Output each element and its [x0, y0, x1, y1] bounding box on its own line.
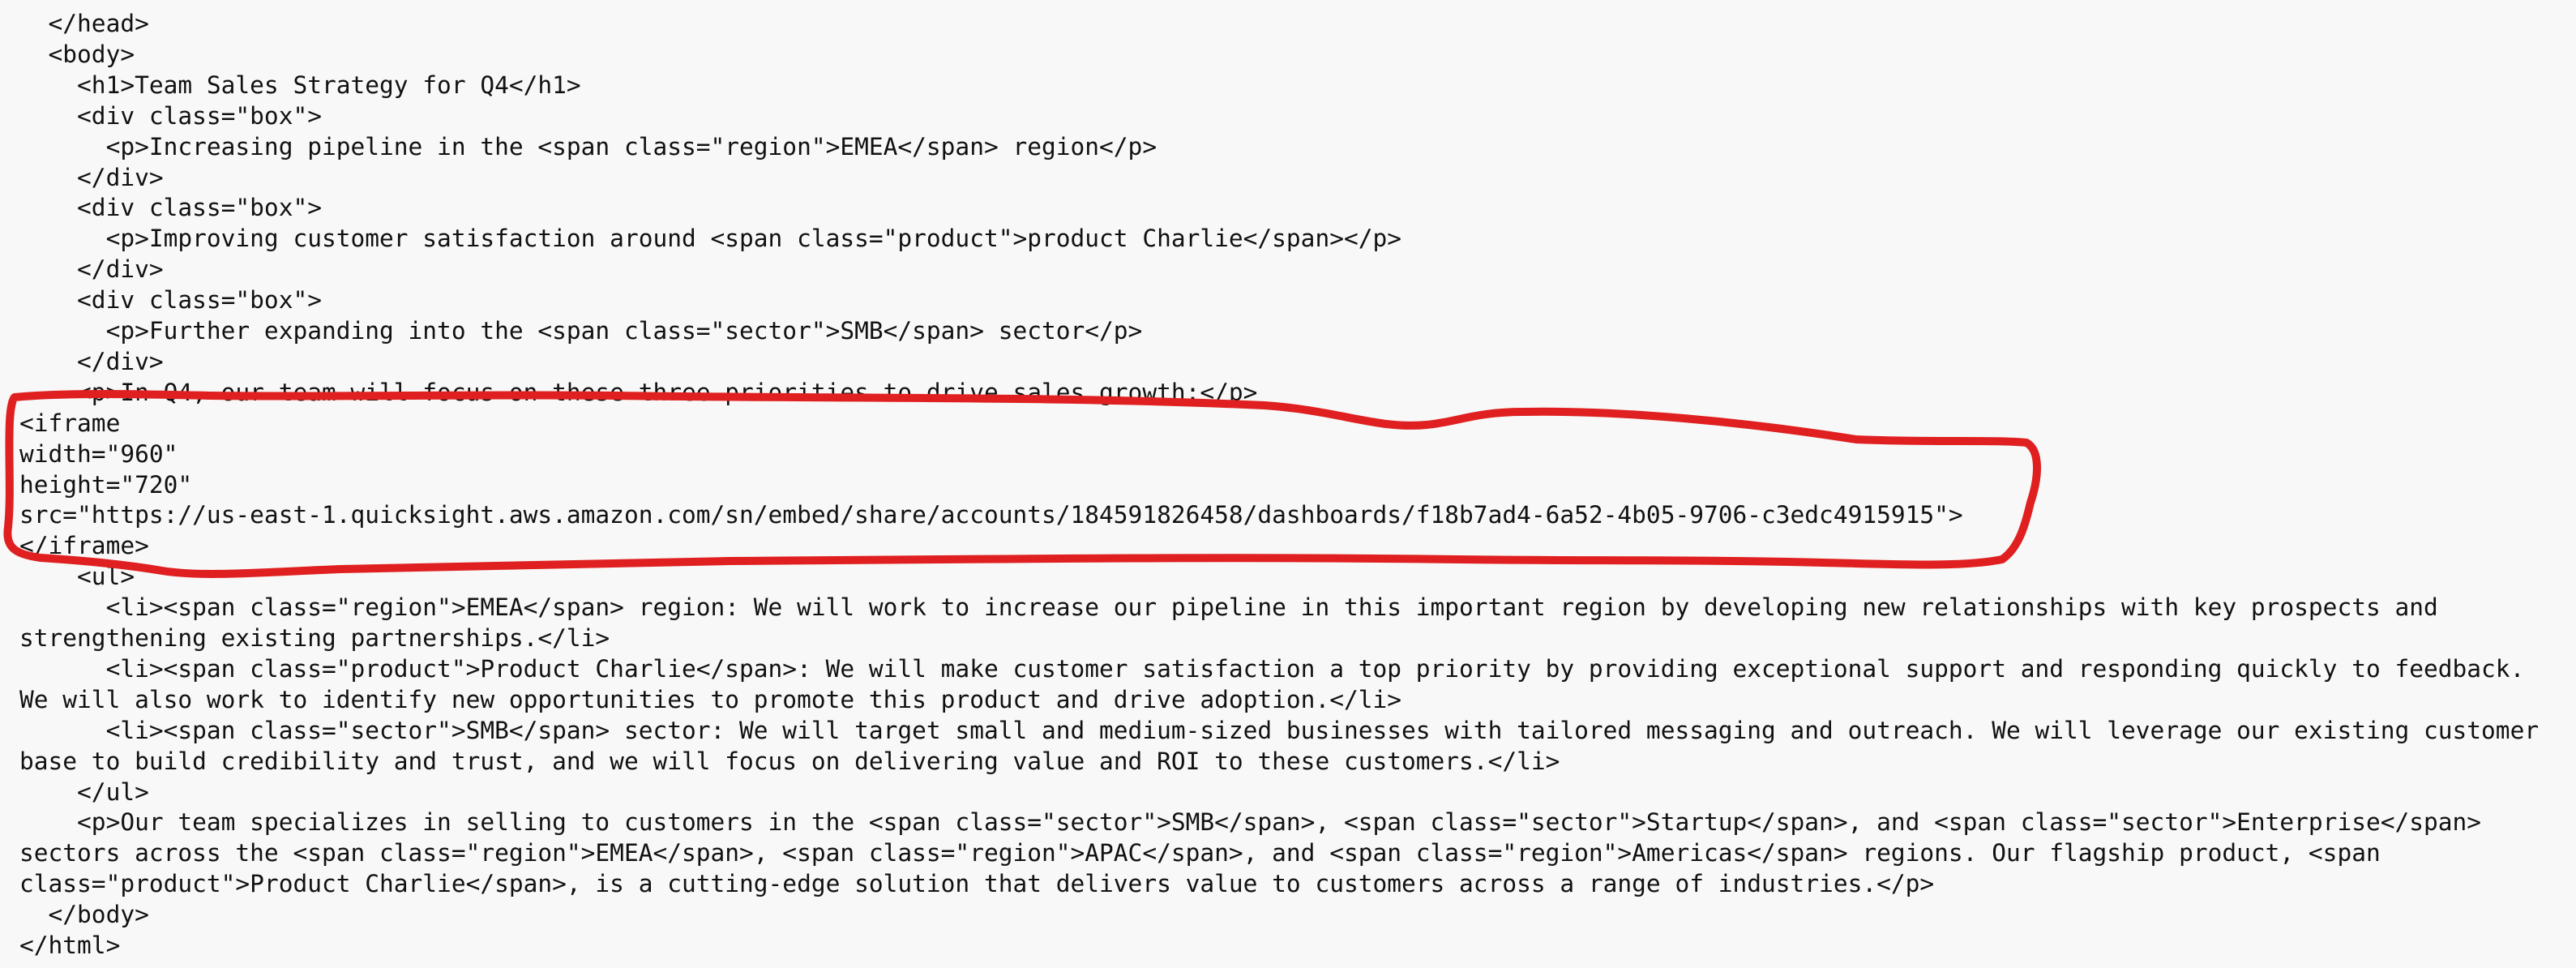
code-line: </body>	[19, 901, 149, 929]
code-line: base to build credibility and trust, and…	[19, 747, 1560, 775]
code-line: <div class="box">	[19, 286, 322, 315]
code-line: <body>	[19, 40, 135, 68]
code-line: </div>	[19, 347, 164, 375]
code-line: <ul>	[19, 563, 135, 591]
code-line: <p>Our team specializes in selling to cu…	[19, 808, 2482, 837]
code-line: <p>In Q4, our team will focus on these t…	[19, 378, 1258, 406]
code-line: strengthening existing partnerships.</li…	[19, 624, 610, 652]
code-line: <li><span class="sector">SMB</span> sect…	[19, 716, 2540, 744]
code-line: <p>Increasing pipeline in the <span clas…	[19, 132, 1157, 161]
code-line: width="960"	[19, 439, 178, 468]
code-line: </iframe>	[19, 532, 149, 560]
code-line: </html>	[19, 932, 121, 959]
code-line: <li><span class="product">Product Charli…	[19, 654, 2525, 683]
code-line: </div>	[19, 255, 164, 284]
code-line: <p>Improving customer satisfaction aroun…	[19, 225, 1402, 253]
code-line: </head>	[19, 10, 149, 37]
code-line: </ul>	[19, 777, 149, 806]
code-line: We will also work to identify new opport…	[19, 685, 1402, 713]
code-line: sectors across the <span class="region">…	[19, 839, 2381, 867]
code-line: class="product">Product Charlie</span>, …	[19, 870, 1935, 898]
code-line: </div>	[19, 163, 164, 191]
code-line: <div class="box">	[19, 101, 322, 130]
code-line: height="720"	[19, 470, 193, 499]
code-line: <li><span class="region">EMEA</span> reg…	[19, 593, 2438, 622]
code-line: src="https://us-east-1.quicksight.aws.am…	[19, 501, 1963, 529]
code-line: <p>Further expanding into the <span clas…	[19, 317, 1143, 345]
code-line: <h1>Team Sales Strategy for Q4</h1>	[19, 71, 581, 99]
code-view: </head> <body> <h1>Team Sales Strategy f…	[0, 0, 2576, 968]
code-line: <iframe	[19, 409, 121, 437]
code-line: <div class="box">	[19, 194, 322, 222]
